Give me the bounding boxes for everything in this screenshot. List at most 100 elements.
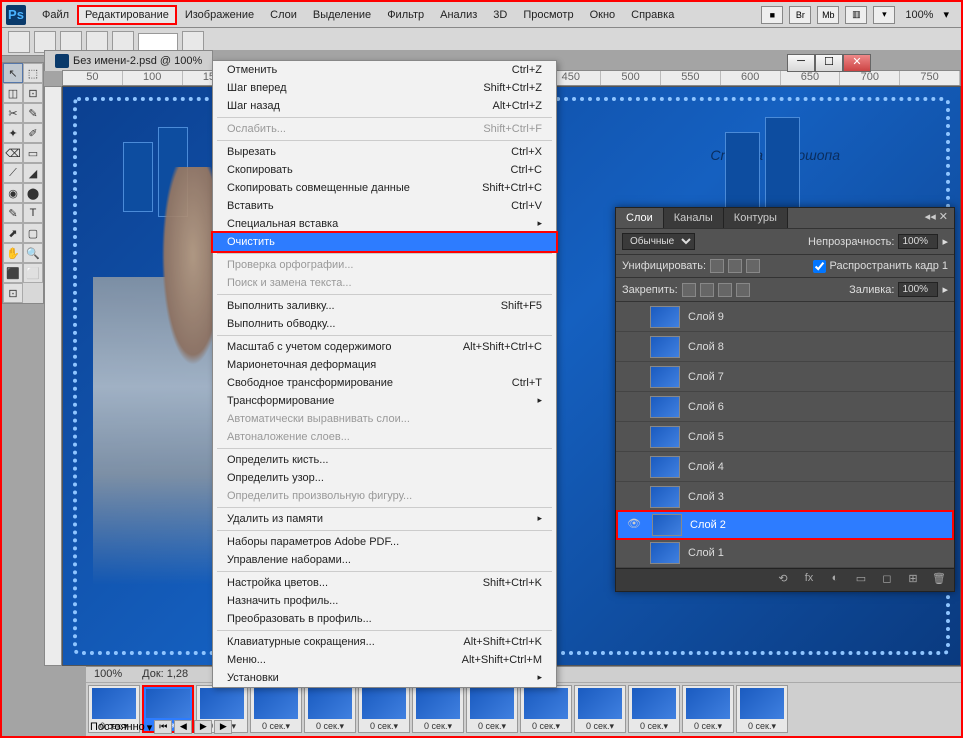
menu-item[interactable]: Установки (213, 669, 556, 687)
tool-4[interactable]: ✂ (3, 103, 23, 123)
layer-action-icon[interactable]: ⊞ (904, 572, 922, 588)
menu-item[interactable]: Очистить (211, 231, 558, 253)
layer-thumbnail[interactable] (650, 486, 680, 508)
tool-16[interactable]: ⬈ (3, 223, 23, 243)
visibility-icon[interactable] (622, 545, 642, 561)
menu-слои[interactable]: Слои (262, 5, 305, 25)
menu-item[interactable]: Удалить из памяти (213, 510, 556, 528)
layer-thumbnail[interactable] (650, 336, 680, 358)
layer-row[interactable]: Слой 6 (616, 392, 954, 422)
frame-time[interactable]: 0 сек.▾ (586, 721, 614, 732)
timeline-frame[interactable]: 0 сек.▾ (304, 685, 356, 733)
zoom-dropdown-icon[interactable]: ▾ (943, 8, 949, 21)
menu-item[interactable]: ОтменитьCtrl+Z (213, 61, 556, 79)
tool-5[interactable]: ✎ (23, 103, 43, 123)
first-frame-button[interactable]: ⏮ (154, 720, 172, 734)
document-tab[interactable]: Без имени-2.psd @ 100% (44, 50, 213, 71)
frame-time[interactable]: 0 сек.▾ (262, 721, 290, 732)
menu-фильтр[interactable]: Фильтр (379, 5, 432, 25)
unify-style-icon[interactable] (746, 259, 760, 273)
layer-thumbnail[interactable] (650, 306, 680, 328)
lock-pixels-icon[interactable] (700, 283, 714, 297)
timeline-frame[interactable]: 0 сек.▾ (520, 685, 572, 733)
menu-файл[interactable]: Файл (34, 5, 77, 25)
close-button[interactable]: ✕ (843, 54, 871, 72)
arrange-icon[interactable]: ▾ (873, 6, 895, 24)
bridge-icon[interactable]: Br (789, 6, 811, 24)
tab-paths[interactable]: Контуры (724, 208, 788, 228)
menu-item[interactable]: Марионеточная деформация (213, 356, 556, 374)
timeline-frame[interactable]: 0 сек.▾ (466, 685, 518, 733)
menu-item[interactable]: Выполнить заливку...Shift+F5 (213, 297, 556, 315)
layer-row[interactable]: Слой 9 (616, 302, 954, 332)
maximize-button[interactable]: ☐ (815, 54, 843, 72)
tool-17[interactable]: ▢ (23, 223, 43, 243)
menu-3d[interactable]: 3D (485, 5, 515, 25)
frame-time[interactable]: 0 сек.▾ (316, 721, 344, 732)
frame-time[interactable]: 0 сек.▾ (424, 721, 452, 732)
layer-thumbnail[interactable] (650, 396, 680, 418)
next-frame-button[interactable]: ▶ (214, 720, 232, 734)
tool-14[interactable]: ✎ (3, 203, 23, 223)
menu-справка[interactable]: Справка (623, 5, 682, 25)
timeline-frame[interactable]: 0 сек.▾ (358, 685, 410, 733)
timeline-frame[interactable]: 0 сек.▾ (736, 685, 788, 733)
tool-21[interactable]: ⬜ (23, 263, 43, 283)
tool-7[interactable]: ✐ (23, 123, 43, 143)
layer-row[interactable]: 👁Слой 2 (616, 510, 954, 540)
menu-item[interactable]: Шаг впередShift+Ctrl+Z (213, 79, 556, 97)
tool-11[interactable]: ◢ (23, 163, 43, 183)
visibility-icon[interactable] (622, 309, 642, 325)
zoom-level[interactable]: 100% (901, 9, 937, 21)
layer-thumbnail[interactable] (652, 514, 682, 536)
loop-dropdown-icon[interactable]: ▾ (147, 721, 153, 734)
layer-row[interactable]: Слой 7 (616, 362, 954, 392)
frame-time[interactable]: 0 сек.▾ (640, 721, 668, 732)
timeline-frame[interactable]: 0 сек.▾ (682, 685, 734, 733)
tool-13[interactable]: ⬤ (23, 183, 43, 203)
menu-item[interactable]: Шаг назадAlt+Ctrl+Z (213, 97, 556, 115)
frame-time[interactable]: 0 сек.▾ (478, 721, 506, 732)
tool-20[interactable]: ⬛ (3, 263, 23, 283)
fill-input[interactable] (898, 282, 938, 297)
tool-18[interactable]: ✋ (3, 243, 23, 263)
menu-item[interactable]: Определить узор... (213, 469, 556, 487)
layer-thumbnail[interactable] (650, 426, 680, 448)
layer-row[interactable]: Слой 5 (616, 422, 954, 452)
minibridge-icon[interactable]: Mb (817, 6, 839, 24)
minimize-button[interactable]: ─ (787, 54, 815, 72)
tool-0[interactable]: ↖ (3, 63, 23, 83)
layer-thumbnail[interactable] (650, 456, 680, 478)
menu-item[interactable]: Управление наборами... (213, 551, 556, 569)
menu-изображение[interactable]: Изображение (177, 5, 262, 25)
visibility-icon[interactable] (622, 369, 642, 385)
timeline-frame[interactable]: 0 сек.▾ (574, 685, 626, 733)
visibility-icon[interactable] (622, 339, 642, 355)
menu-окно[interactable]: Окно (582, 5, 624, 25)
menu-item[interactable]: Наборы параметров Adobe PDF... (213, 533, 556, 551)
menu-item[interactable]: Трансформирование (213, 392, 556, 410)
opacity-dropdown-icon[interactable]: ▸ (942, 235, 948, 248)
lock-position-icon[interactable] (718, 283, 732, 297)
timeline-frame[interactable]: 0 сек.▾ (250, 685, 302, 733)
tool-preset-icon[interactable] (8, 31, 30, 53)
tool-9[interactable]: ▭ (23, 143, 43, 163)
timeline-frame[interactable]: 0 сек.▾ (628, 685, 680, 733)
menu-item[interactable]: Настройка цветов...Shift+Ctrl+K (213, 574, 556, 592)
layer-action-icon[interactable]: ◐ (826, 572, 844, 588)
tool-15[interactable]: T (23, 203, 43, 223)
menu-item[interactable]: Меню...Alt+Shift+Ctrl+M (213, 651, 556, 669)
frame-time[interactable]: 0 сек.▾ (694, 721, 722, 732)
visibility-icon[interactable] (622, 429, 642, 445)
tool-12[interactable]: ◉ (3, 183, 23, 203)
propagate-checkbox[interactable] (813, 260, 826, 273)
tool-1[interactable]: ⬚ (23, 63, 43, 83)
layer-row[interactable]: Слой 3 (616, 482, 954, 512)
menu-item[interactable]: ВырезатьCtrl+X (213, 143, 556, 161)
unify-position-icon[interactable] (710, 259, 724, 273)
menu-item[interactable]: ВставитьCtrl+V (213, 197, 556, 215)
visibility-icon[interactable] (622, 459, 642, 475)
panel-menu-icon[interactable]: ◂◂ ✕ (919, 208, 954, 228)
menu-выделение[interactable]: Выделение (305, 5, 379, 25)
opt-field-1[interactable] (138, 33, 178, 51)
